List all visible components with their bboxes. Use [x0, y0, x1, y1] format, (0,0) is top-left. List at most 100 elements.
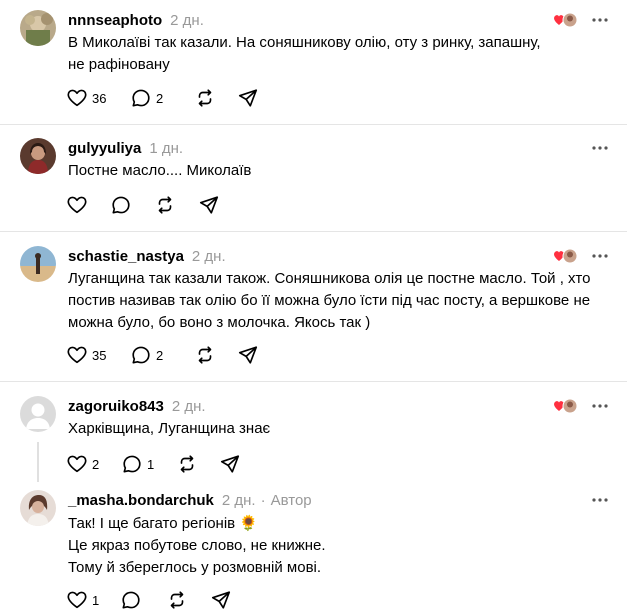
author-badge: Автор [270, 491, 312, 509]
reply-button[interactable]: 1 [121, 452, 176, 476]
speech-bubble-icon [122, 591, 140, 609]
heart-outline-icon [67, 89, 87, 107]
like-button[interactable]: 1 [66, 588, 120, 612]
post-text: В Миколаїві так казали. На соняшникову о… [68, 32, 588, 76]
heart-outline-icon [67, 196, 87, 214]
reply-count: 2 [156, 347, 164, 363]
paper-plane-icon [220, 455, 240, 473]
repost-button[interactable] [154, 193, 198, 217]
username[interactable]: schastie_nastya [68, 248, 184, 265]
speech-bubble-icon [132, 346, 150, 364]
post-header: zagoruiko843 2 дн. [68, 396, 206, 416]
avatar[interactable] [20, 138, 56, 174]
post-header: schastie_nastya 2 дн. [68, 246, 226, 266]
repost-arrows-icon [198, 89, 212, 107]
timestamp[interactable]: 2 дн. [170, 12, 204, 29]
paper-plane-icon [199, 196, 219, 214]
more-options-icon[interactable] [588, 396, 612, 416]
post-actions: 1 [66, 588, 240, 612]
reply-button[interactable] [120, 588, 166, 612]
reply-button[interactable]: 2 [130, 86, 194, 110]
share-button[interactable] [237, 86, 267, 110]
author-separator: · [260, 491, 266, 509]
post-header: _masha.bondarchuk 2 дн. · Автор [68, 490, 312, 510]
post-text-line: Харківщина, Луганщина знає [68, 420, 271, 437]
share-button[interactable] [210, 588, 240, 612]
timestamp[interactable]: 2 дн. [192, 248, 226, 265]
post-divider [0, 231, 627, 232]
share-button[interactable] [198, 193, 228, 217]
paper-plane-icon [238, 346, 258, 364]
post-text-line: Тому й збереглось у розмовній мові. [68, 559, 322, 576]
repost-arrows-icon [158, 196, 172, 214]
post-actions: 35 2 [66, 343, 267, 367]
post-text-line: Це якраз побутове слово, не книжне. [68, 537, 326, 554]
like-count: 1 [92, 592, 100, 608]
post-text-line: Постне масло.... Миколаїв [68, 162, 252, 179]
avatar[interactable] [20, 396, 56, 432]
share-button[interactable] [219, 452, 249, 476]
avatar[interactable] [20, 10, 56, 46]
post-header: gulyyuliya 1 дн. [68, 138, 183, 158]
repost-button[interactable] [166, 588, 210, 612]
like-button[interactable]: 2 [66, 452, 121, 476]
speech-bubble-icon [132, 89, 150, 107]
repost-button[interactable] [176, 452, 219, 476]
avatar[interactable] [20, 490, 56, 526]
like-button[interactable] [66, 193, 110, 217]
speech-bubble-icon [112, 196, 130, 214]
repost-button[interactable] [194, 343, 237, 367]
timestamp[interactable]: 2 дн. [172, 398, 206, 415]
post-text: Постне масло.... Миколаїв [68, 160, 588, 182]
heart-outline-icon [67, 455, 87, 473]
like-count: 2 [92, 456, 100, 472]
post-divider [0, 381, 627, 382]
post-actions [66, 193, 228, 217]
repost-arrows-icon [180, 455, 194, 473]
post-text-line: Луганщина так казали також. Соняшникова … [68, 270, 591, 287]
avatar[interactable] [20, 246, 56, 282]
username[interactable]: gulyyuliya [68, 140, 141, 157]
post-text-line: можна було, бо воно з молочка. Якось так… [68, 314, 371, 331]
reply-count: 1 [147, 456, 155, 472]
like-button[interactable]: 35 [66, 343, 130, 367]
heart-outline-icon [67, 346, 87, 364]
repost-button[interactable] [194, 86, 237, 110]
like-count: 35 [92, 347, 107, 363]
reply-button[interactable] [110, 193, 154, 217]
post-divider [0, 124, 627, 125]
repost-arrows-icon [198, 346, 212, 364]
more-options-icon[interactable] [588, 10, 612, 30]
username[interactable]: _masha.bondarchuk [68, 492, 214, 509]
share-button[interactable] [237, 343, 267, 367]
thread-line [37, 442, 39, 482]
post-actions: 36 2 [66, 86, 267, 110]
timestamp[interactable]: 1 дн. [149, 140, 183, 157]
post-text: Луганщина так казали також. Соняшникова … [68, 268, 591, 334]
post-text-line: В Миколаїві так казали. На соняшникову о… [68, 34, 541, 51]
post-text-line: не рафіновану [68, 56, 170, 73]
liked-by-author-icon [553, 396, 579, 416]
paper-plane-icon [238, 89, 258, 107]
post-text-line: постив називав так олію бо її можна було… [68, 292, 591, 309]
repost-arrows-icon [170, 591, 184, 609]
post-header: nnnseaphoto 2 дн. [68, 10, 204, 30]
reply-count: 2 [156, 90, 164, 106]
username[interactable]: zagoruiko843 [68, 398, 164, 415]
post-text-line: Так! І ще багато регіонів 🌻 [68, 515, 258, 532]
post-actions: 2 1 [66, 452, 249, 476]
post-text: Харківщина, Луганщина знає [68, 418, 588, 440]
username[interactable]: nnnseaphoto [68, 12, 162, 29]
more-options-icon[interactable] [588, 490, 612, 510]
paper-plane-icon [211, 591, 231, 609]
post-text: Так! І ще багато регіонів 🌻 Це якраз поб… [68, 513, 588, 579]
more-options-icon[interactable] [588, 246, 612, 266]
liked-by-author-icon [553, 246, 579, 266]
like-button[interactable]: 36 [66, 86, 130, 110]
liked-by-author-icon [553, 10, 579, 30]
speech-bubble-icon [123, 455, 141, 473]
timestamp[interactable]: 2 дн. [222, 492, 256, 509]
reply-button[interactable]: 2 [130, 343, 194, 367]
heart-outline-icon [67, 591, 87, 609]
more-options-icon[interactable] [588, 138, 612, 158]
